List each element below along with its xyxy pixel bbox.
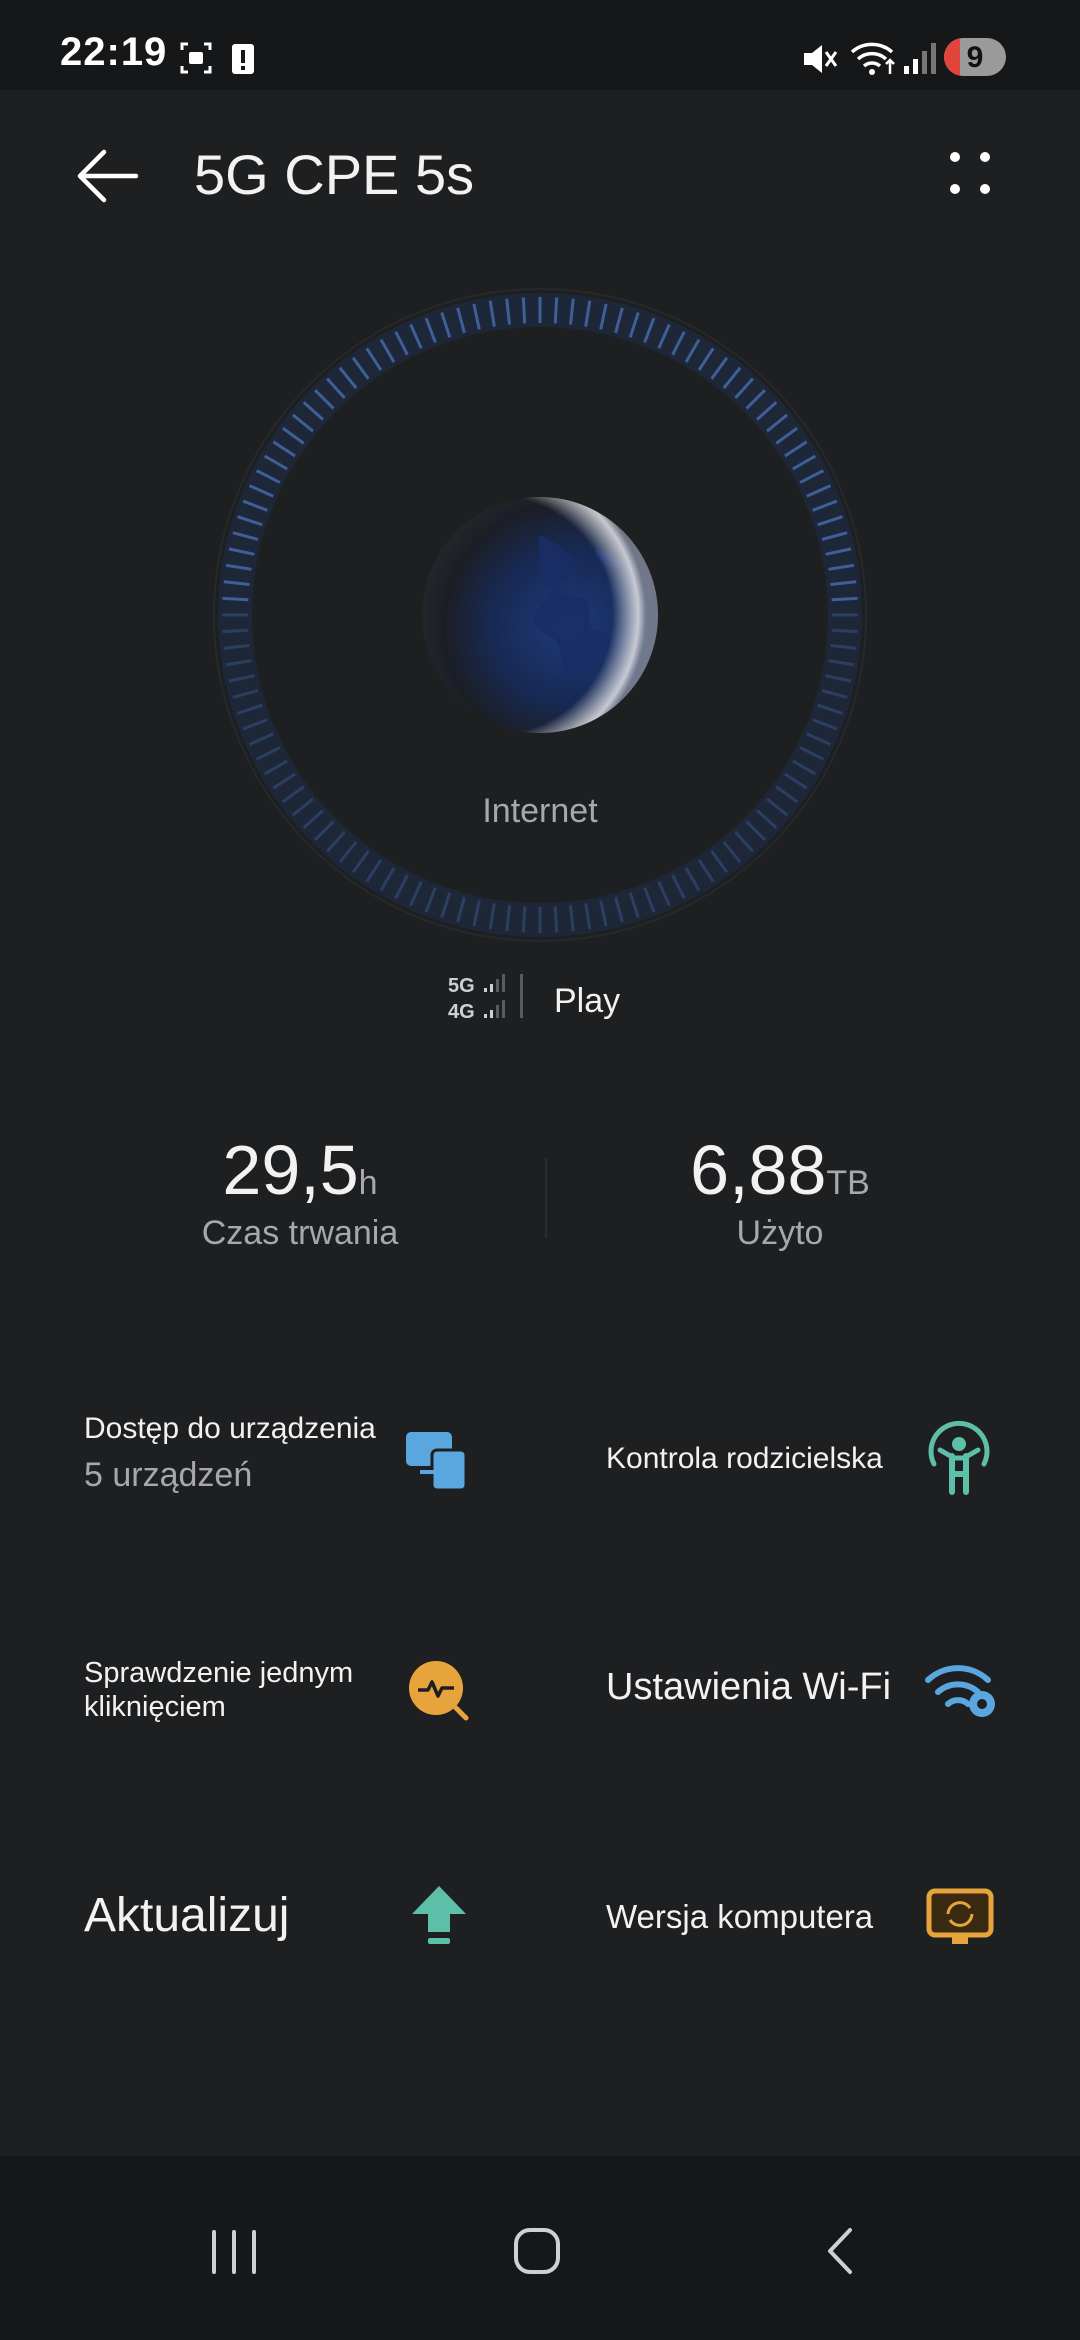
device-access-label: Dostęp do urządzenia	[84, 1412, 376, 1445]
arrow-left-icon[interactable]	[70, 140, 142, 212]
desktop-version-label: Wersja komputera	[606, 1898, 874, 1935]
used-value: 6,88	[690, 1131, 827, 1209]
ring-tick	[521, 906, 527, 933]
back-nav-icon[interactable]	[800, 2216, 880, 2286]
diagnose-icon	[409, 1661, 469, 1721]
ring-tick	[222, 596, 249, 602]
one-click-line2: kliknięciem	[84, 1691, 226, 1723]
ring-tick	[222, 628, 249, 634]
child-icon	[928, 1420, 990, 1495]
wifi-settings-label: Ustawienia Wi-Fi	[606, 1666, 892, 1708]
internet-label: Internet	[482, 792, 598, 830]
ring-tick	[831, 596, 858, 602]
wifi-settings-icon	[925, 1665, 995, 1717]
svg-text:4G: 4G	[448, 1001, 475, 1023]
stat-duration: 29,5h Czas trwania	[100, 1130, 500, 1253]
alert-icon	[232, 44, 254, 74]
stats-divider	[545, 1158, 547, 1238]
operator-name: Play	[554, 982, 621, 1020]
duration-label: Czas trwania	[201, 1214, 399, 1252]
update-label: Aktualizuj	[84, 1889, 290, 1942]
network-badge-icon: 5G 4G	[448, 974, 523, 1023]
page-title: 5G CPE 5s	[194, 143, 475, 206]
ring-tick	[521, 297, 527, 324]
devices-icon	[406, 1432, 468, 1490]
wifi-icon	[850, 42, 895, 75]
battery-level: 9	[966, 41, 984, 74]
internet-status-ring[interactable]	[210, 285, 870, 945]
screenshot-icon	[180, 42, 212, 74]
desktop-icon	[926, 1888, 994, 1944]
stats-panel: 29,5h Czas trwania 6,88TB Użyto	[0, 1130, 1080, 1270]
used-label: Użyto	[736, 1214, 824, 1252]
parental-control-label: Kontrola rodzicielska	[606, 1442, 883, 1475]
recent-apps-icon[interactable]	[194, 2216, 274, 2286]
used-unit: TB	[826, 1164, 870, 1202]
duration-unit: h	[358, 1164, 378, 1202]
status-time: 22:19	[60, 30, 168, 74]
system-nav-bar	[0, 2156, 1080, 2340]
duration-value: 29,5	[222, 1131, 359, 1209]
app-bar: 5G CPE 5s	[0, 90, 1080, 260]
upload-arrow-icon	[412, 1886, 466, 1944]
ring-tick	[553, 297, 559, 324]
tile-update[interactable]: Aktualizuj	[84, 1818, 584, 2018]
tile-desktop-version[interactable]: Wersja komputera	[606, 1818, 1080, 2018]
battery-icon: 9	[944, 38, 1006, 76]
stat-used: 6,88TB Użyto	[580, 1130, 980, 1253]
svg-text:5G: 5G	[448, 975, 475, 997]
device-count: 5 urządzeń	[84, 1456, 253, 1494]
status-bar: 22:19 9	[0, 0, 1080, 90]
mute-icon	[804, 45, 838, 73]
signal-icon	[904, 43, 936, 74]
tile-device-access-text: Dostęp do urządzenia 5 urządzeń	[84, 1412, 376, 1495]
one-click-check-text: Sprawdzenie jednym kliknięciem	[84, 1656, 353, 1724]
one-click-line1: Sprawdzenie jednym	[84, 1657, 354, 1689]
more-icon[interactable]	[940, 140, 1000, 210]
ring-tick	[831, 628, 858, 634]
tile-wifi-settings[interactable]: Ustawienia Wi-Fi	[606, 1588, 1080, 1788]
network-indicator: 5G 4G Play	[446, 970, 746, 1030]
home-icon[interactable]	[496, 2216, 576, 2286]
tile-one-click-check[interactable]: Sprawdzenie jednym kliknięciem	[84, 1588, 584, 1788]
tile-parental-control[interactable]: Kontrola rodzicielska	[606, 1358, 1080, 1558]
ring-tick	[553, 906, 559, 933]
tile-device-access[interactable]: Dostęp do urządzenia 5 urządzeń	[84, 1358, 584, 1558]
